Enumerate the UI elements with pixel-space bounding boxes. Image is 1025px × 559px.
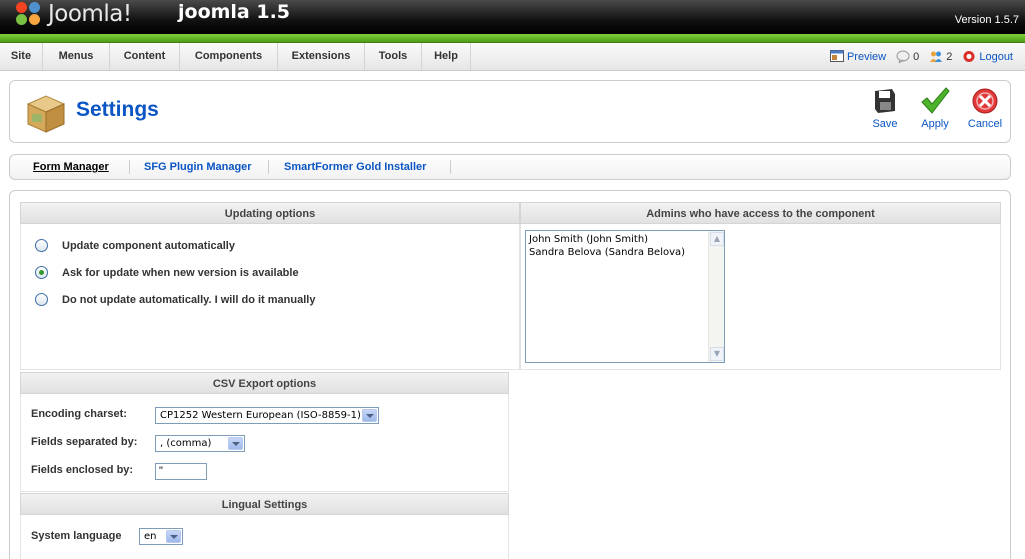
site-name: joomla 1.5 [178,1,291,23]
separator-value: , (comma) [160,438,212,449]
menu-site[interactable]: Site [0,43,43,70]
logo-text: Joomla! [48,1,132,27]
menu-content[interactable]: Content [110,43,180,70]
updating-options-heading: Updating options [20,202,520,224]
users-icon [930,51,943,62]
update-ask-option[interactable]: Ask for update when new version is avail… [35,266,299,279]
submenu-divider [450,160,451,174]
apply-button[interactable]: Apply [913,87,957,130]
encoding-label: Encoding charset: [31,408,127,420]
preview-label: Preview [846,50,887,63]
scroll-up-icon[interactable]: ▲ [710,232,724,246]
page-title: Settings [76,98,159,121]
messages-status[interactable]: 0 [896,50,919,63]
preview-icon [829,50,844,62]
chevron-down-icon [362,409,377,422]
enclosed-label: Fields enclosed by: [31,464,134,476]
joomla-logo-icon [14,1,46,27]
admin-list-item[interactable]: John Smith (John Smith) [529,233,721,246]
submenu-sfg-plugin-manager[interactable]: SFG Plugin Manager [144,161,252,173]
content-box: Updating options Update component automa… [9,190,1011,559]
update-auto-radio[interactable] [35,239,48,252]
logout-label: Logout [979,50,1013,63]
admins-panel: John Smith (John Smith) Sandra Belova (S… [520,224,1001,370]
update-manual-label: Do not update automatically. I will do i… [62,293,316,306]
settings-box-icon [26,95,66,133]
encoding-select[interactable]: CP1252 Western European (ISO-8859-1) [155,407,379,424]
admins-listbox[interactable]: John Smith (John Smith) Sandra Belova (S… [525,230,725,363]
apply-label: Apply [921,118,949,130]
system-language-value: en [144,531,157,542]
messages-count: 0 [913,50,920,63]
cancel-icon [972,88,998,114]
messages-icon [896,50,910,63]
submenu-divider [268,160,269,174]
users-status[interactable]: 2 [929,50,952,63]
update-auto-label: Update component automatically [62,239,235,252]
status-area: Preview 0 2 Logout [829,43,1013,70]
joomla-logo: Joomla! [14,1,132,27]
menu-extensions[interactable]: Extensions [278,43,365,70]
version-label: Version 1.5.7 [954,14,1019,26]
update-ask-label: Ask for update when new version is avail… [62,266,299,279]
admin-header: Joomla! joomla 1.5 Version 1.5.7 [0,0,1025,34]
csv-export-panel: Encoding charset: CP1252 Western Europea… [20,394,509,492]
separator-label: Fields separated by: [31,436,138,448]
apply-checkmark-icon [921,87,950,114]
save-button[interactable]: Save [863,87,907,130]
menu-help[interactable]: Help [422,43,471,70]
encoding-value: CP1252 Western European (ISO-8859-1) [160,410,361,421]
cancel-button[interactable]: Cancel [963,87,1007,130]
admins-scrollbar[interactable]: ▲ ▼ [708,231,724,362]
chevron-down-icon [228,437,243,450]
system-language-select[interactable]: en [139,528,183,545]
update-ask-radio[interactable] [35,266,48,279]
submenu-bar: Form Manager SFG Plugin Manager SmartFor… [9,154,1011,180]
header-accent-bar [0,34,1025,43]
separator-select[interactable]: , (comma) [155,435,245,452]
toolbar-box: Settings Save Apply Cancel [9,80,1011,143]
csv-export-heading: CSV Export options [20,372,509,394]
updating-options-panel: Update component automatically Ask for u… [20,224,520,370]
logout-link[interactable]: Logout [962,50,1013,63]
menu-components[interactable]: Components [180,43,278,70]
save-label: Save [872,118,898,130]
preview-link[interactable]: Preview [829,50,887,63]
submenu-smartformer-installer[interactable]: SmartFormer Gold Installer [284,161,426,173]
system-language-label: System language [31,530,122,542]
submenu-form-manager[interactable]: Form Manager [33,161,109,173]
admins-heading: Admins who have access to the component [520,202,1001,224]
menu-tools[interactable]: Tools [365,43,422,70]
chevron-down-icon [166,530,181,543]
menu-menus[interactable]: Menus [43,43,110,70]
update-auto-option[interactable]: Update component automatically [35,239,235,252]
submenu-divider [129,160,130,174]
logout-icon [963,51,975,62]
main-menu-bar: Site Menus Content Components Extensions… [0,43,1025,71]
save-icon [875,89,895,113]
lingual-settings-panel: System language en [20,515,509,559]
scroll-down-icon[interactable]: ▼ [710,347,724,361]
users-count: 2 [946,50,953,63]
cancel-label: Cancel [967,118,1003,130]
update-manual-radio[interactable] [35,293,48,306]
lingual-settings-heading: Lingual Settings [20,493,509,515]
update-manual-option[interactable]: Do not update automatically. I will do i… [35,293,315,306]
admin-list-item[interactable]: Sandra Belova (Sandra Belova) [529,246,721,259]
enclosed-input[interactable]: " [155,463,207,480]
